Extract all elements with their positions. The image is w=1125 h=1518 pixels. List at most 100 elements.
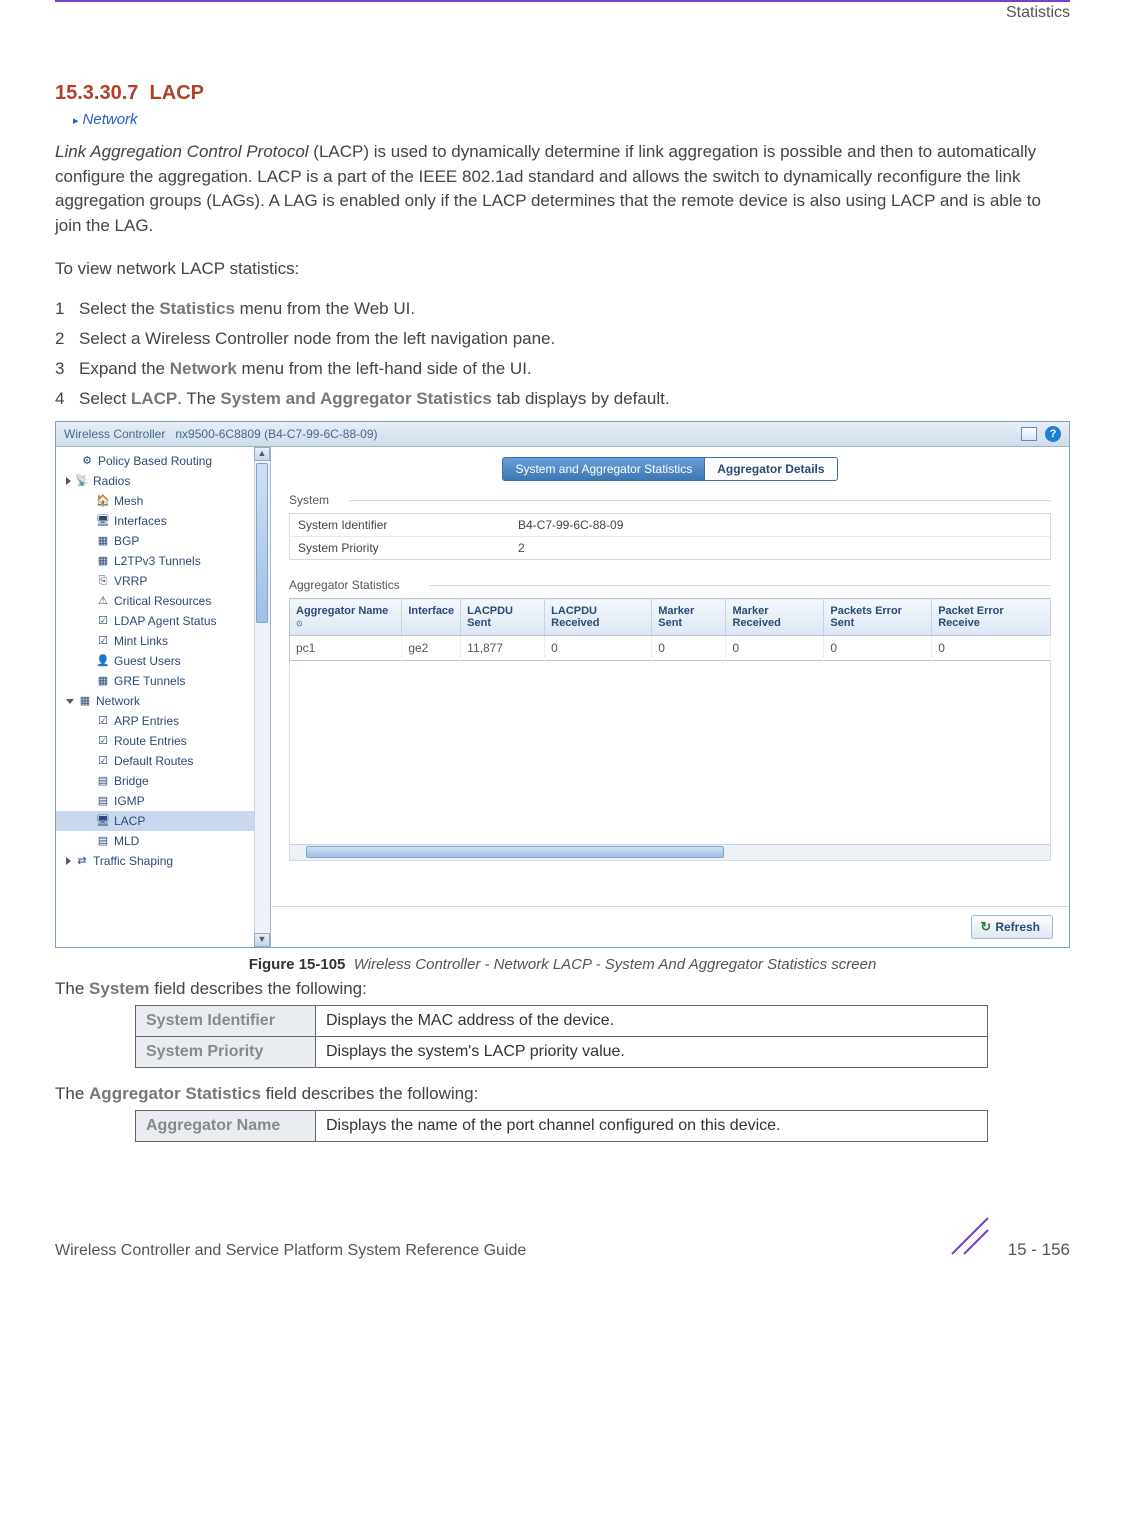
nav-item-guest-users[interactable]: 👤 Guest Users: [56, 651, 270, 671]
to-view-line: To view network LACP statistics:: [55, 257, 1070, 282]
agg-col-5[interactable]: Marker Received: [726, 599, 824, 636]
footer-page: 15 - 156: [1008, 1240, 1070, 1260]
intro-lead-italic: Link Aggregation Control Protocol: [55, 142, 309, 161]
nav-icon: ⚙: [80, 455, 94, 467]
agg-col-3[interactable]: LACPDU Received: [545, 599, 652, 636]
nav-item-l2tpv3-tunnels[interactable]: ▦L2TPv3 Tunnels: [56, 551, 270, 571]
nav-tree: ▲ ▼ ⚙ Policy Based Routing 📡Radios🏠Mesh 🖥 In…: [56, 447, 271, 947]
aggregator-data-row: pc1ge211,87700000: [290, 636, 1051, 661]
grid-icon[interactable]: [1021, 427, 1037, 441]
breadcrumb-network[interactable]: Network: [73, 111, 1070, 128]
nav-item-bgp[interactable]: ▦BGP: [56, 531, 270, 551]
nav-item-interfaces[interactable]: 🖥 Interfaces: [56, 511, 270, 531]
agg-col-0[interactable]: Aggregator Name ⊙: [290, 599, 402, 636]
aggregator-table: Aggregator Name ⊙InterfaceLACPDU SentLAC…: [289, 598, 1051, 661]
nav-icon: 👤: [96, 655, 110, 667]
step-3: Expand the Network menu from the left-ha…: [55, 359, 1070, 379]
footer-guide: Wireless Controller and Service Platform…: [55, 1242, 526, 1260]
nav-item-igmp[interactable]: ▤IGMP: [56, 791, 270, 811]
agg-col-2[interactable]: LACPDU Sent: [461, 599, 545, 636]
section-number: 15.3.30.7: [55, 82, 138, 104]
nav-item-arp-entries[interactable]: ☑ ARP Entries: [56, 711, 270, 731]
nav-label: IGMP: [114, 794, 145, 808]
nav-label: Traffic Shaping: [93, 854, 173, 868]
main-panel: System and Aggregator Statistics Aggrega…: [271, 447, 1069, 947]
intro-paragraph: Link Aggregation Control Protocol (LACP)…: [55, 140, 1070, 239]
system-table: System Identifier B4-C7-99-6C-88-09 Syst…: [289, 513, 1051, 560]
agg-cell-0: pc1: [290, 636, 402, 661]
aggregator-header-row: Aggregator Name ⊙InterfaceLACPDU SentLAC…: [290, 599, 1051, 636]
scrollbar-thumb[interactable]: [256, 463, 268, 623]
nav-item-policy-based-routing[interactable]: ⚙ Policy Based Routing: [56, 451, 270, 471]
nav-icon: 🖥: [96, 515, 110, 527]
scroll-up-button[interactable]: ▲: [254, 447, 270, 461]
system-priority-key: System Priority: [136, 1037, 316, 1068]
system-def-table: System IdentifierDisplays the MAC addres…: [135, 1005, 988, 1068]
agg-cell-5: 0: [726, 636, 824, 661]
titlebar-prefix: Wireless Controller: [64, 427, 165, 441]
h-scrollbar-track: [290, 844, 1050, 860]
nav-item-mesh[interactable]: 🏠Mesh: [56, 491, 270, 511]
nav-label: Policy Based Routing: [98, 454, 212, 468]
top-rule: [55, 0, 1070, 2]
step-1: Select the Statistics menu from the Web …: [55, 299, 1070, 319]
tab-aggregator-details[interactable]: Aggregator Details: [704, 457, 837, 481]
nav-item-vrrp[interactable]: ⎘VRRP: [56, 571, 270, 591]
window-titlebar: Wireless Controller nx9500-6C8809 (B4-C7…: [56, 422, 1069, 447]
refresh-icon: ↻: [980, 919, 991, 935]
nav-icon: ⎘: [96, 575, 110, 587]
steps-list: Select the Statistics menu from the Web …: [55, 299, 1070, 409]
nav-item-critical-resources[interactable]: ⚠Critical Resources: [56, 591, 270, 611]
system-identifier-val: Displays the MAC address of the device.: [316, 1006, 988, 1037]
nav-item-mld[interactable]: ▤MLD: [56, 831, 270, 851]
nav-icon: ☑: [96, 715, 110, 727]
nav-item-lacp[interactable]: 🖥LACP: [56, 811, 270, 831]
nav-icon: ☑: [96, 735, 110, 747]
nav-item-route-entries[interactable]: ☑Route Entries: [56, 731, 270, 751]
agg-col-6[interactable]: Packets Error Sent: [824, 599, 932, 636]
nav-label: LACP: [114, 814, 145, 828]
aggregator-fieldset: Aggregator Statistics Aggregator Name ⊙I…: [289, 578, 1051, 861]
nav-item-gre-tunnels[interactable]: ▦GRE Tunnels: [56, 671, 270, 691]
help-icon[interactable]: ?: [1045, 426, 1061, 442]
agg-cell-7: 0: [932, 636, 1051, 661]
nav-label: L2TPv3 Tunnels: [114, 554, 201, 568]
agg-col-4[interactable]: Marker Sent: [652, 599, 726, 636]
nav-label: Guest Users: [114, 654, 181, 668]
nav-label: Critical Resources: [114, 594, 211, 608]
nav-label: Interfaces: [114, 514, 167, 528]
nav-icon: 📡: [75, 475, 89, 487]
nav-label: LDAP Agent Status: [114, 614, 217, 628]
section-heading: 15.3.30.7 LACP: [55, 82, 1070, 105]
agg-col-7[interactable]: Packet Error Receive: [932, 599, 1051, 636]
footer-slash-icon: [946, 1212, 994, 1260]
sort-icon: ⊙: [296, 619, 303, 628]
nav-icon: ▤: [96, 775, 110, 787]
nav-item-ldap-agent-status[interactable]: ☑LDAP Agent Status: [56, 611, 270, 631]
nav-icon: ⇄: [75, 855, 89, 867]
tabs: System and Aggregator Statistics Aggrega…: [271, 447, 1069, 487]
nav-item-bridge[interactable]: ▤Bridge: [56, 771, 270, 791]
nav-icon: ☑: [96, 635, 110, 647]
step-4: Select LACP. The System and Aggregator S…: [55, 389, 1070, 409]
refresh-button[interactable]: ↻ Refresh: [971, 915, 1053, 939]
table-row: System IdentifierDisplays the MAC addres…: [136, 1006, 988, 1037]
nav-item-traffic-shaping[interactable]: ⇄ Traffic Shaping: [56, 851, 270, 871]
nav-item-mint-links[interactable]: ☑Mint Links: [56, 631, 270, 651]
chevron-down-icon: [66, 699, 74, 704]
system-fieldset: System System Identifier B4-C7-99-6C-88-…: [289, 493, 1051, 560]
scroll-down-button[interactable]: ▼: [254, 933, 270, 947]
tab-system-aggregator[interactable]: System and Aggregator Statistics: [502, 457, 704, 481]
nav-label: ARP Entries: [114, 714, 179, 728]
system-priority-val: Displays the system's LACP priority valu…: [316, 1037, 988, 1068]
agg-cell-4: 0: [652, 636, 726, 661]
nav-label: Default Routes: [114, 754, 193, 768]
scrollbar-track: ▲ ▼: [254, 447, 270, 947]
nav-item-radios[interactable]: 📡Radios: [56, 471, 270, 491]
step-2: Select a Wireless Controller node from t…: [55, 329, 1070, 349]
h-scrollbar-thumb[interactable]: [306, 846, 724, 858]
nav-item-default-routes[interactable]: ☑Default Routes: [56, 751, 270, 771]
nav-item-network[interactable]: ▦Network: [56, 691, 270, 711]
nav-icon: ▦: [96, 535, 110, 547]
agg-col-1[interactable]: Interface: [402, 599, 461, 636]
